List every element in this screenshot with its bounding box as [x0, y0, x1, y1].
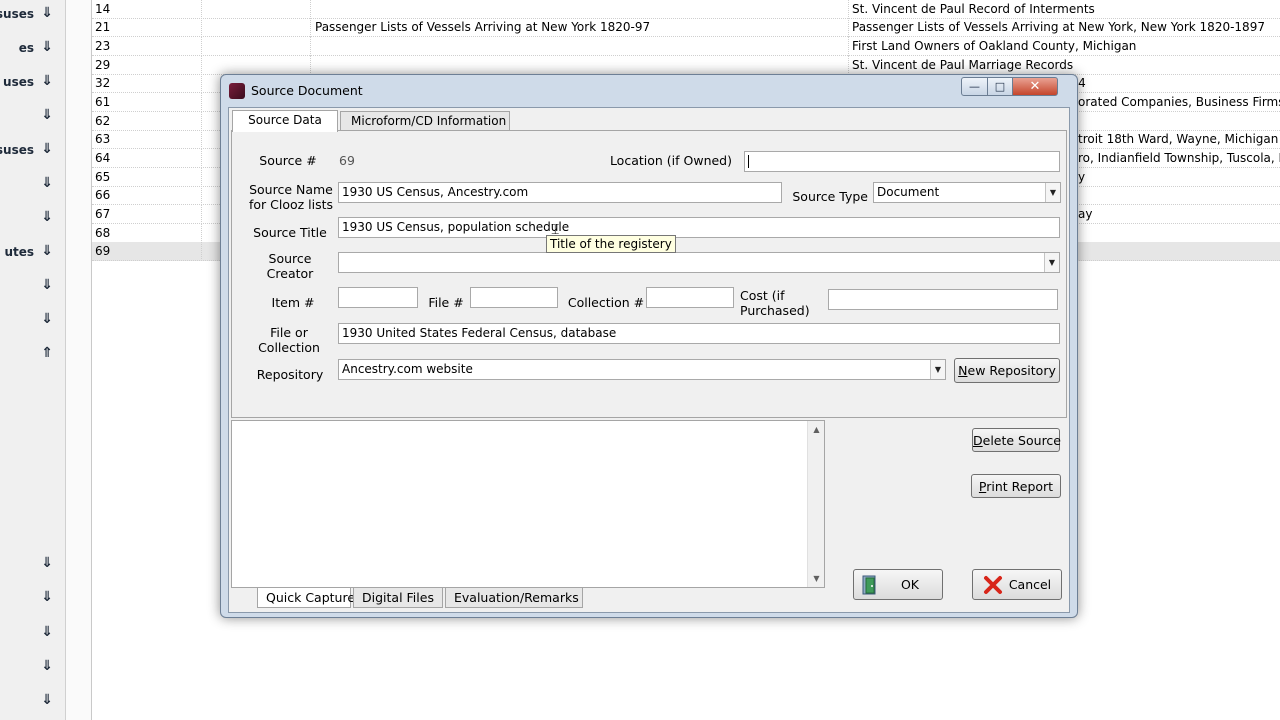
- item-number-label: Item #: [271, 295, 315, 310]
- source-type-select[interactable]: Document ▼: [873, 182, 1061, 203]
- double-chevron-down-icon[interactable]: ⇓: [40, 209, 54, 225]
- location-input[interactable]: [744, 151, 1060, 172]
- double-chevron-down-icon[interactable]: ⇓: [40, 277, 54, 293]
- sidebar-item[interactable]: ⇓: [0, 554, 66, 576]
- sidebar-item[interactable]: ⇓: [0, 588, 66, 610]
- file-or-collection-label: File or Collection: [258, 325, 320, 355]
- dropdown-arrow-icon[interactable]: ▼: [930, 360, 945, 379]
- double-chevron-down-icon[interactable]: ⇓: [40, 5, 54, 21]
- grid-row-header-gutter: [66, 0, 92, 720]
- double-chevron-down-icon[interactable]: ⇓: [40, 311, 54, 327]
- quick-capture-textarea[interactable]: ▲ ▼: [231, 420, 825, 588]
- new-repository-button[interactable]: New Repository: [954, 358, 1060, 383]
- dialog-titlebar[interactable]: Source Document — □ ✕: [221, 75, 1077, 105]
- app-icon: [229, 83, 245, 99]
- tooltip: Title of the registery: [546, 235, 676, 253]
- minimize-button[interactable]: —: [961, 77, 988, 96]
- dropdown-arrow-icon[interactable]: ▼: [1044, 253, 1059, 272]
- source-title-label: Source Title: [253, 225, 327, 240]
- repository-select[interactable]: Ancestry.com website ▼: [338, 359, 946, 380]
- tab-quick-capture[interactable]: Quick Capture: [257, 588, 355, 608]
- location-label: Location (if Owned): [609, 153, 732, 168]
- cost-input[interactable]: [828, 289, 1058, 310]
- collection-number-label: Collection #: [567, 295, 645, 310]
- sidebar-item[interactable]: nsuses⇓: [0, 140, 66, 162]
- file-number-input[interactable]: [470, 287, 558, 308]
- file-number-label: File #: [428, 295, 464, 310]
- delete-source-button[interactable]: Delete Source: [972, 428, 1061, 452]
- cost-label: Cost (if Purchased): [740, 288, 810, 318]
- source-name-label: Source Name for Clooz lists: [248, 182, 334, 212]
- source-name-input[interactable]: 1930 US Census, Ancestry.com: [338, 182, 782, 203]
- source-type-label: Source Type: [792, 189, 868, 204]
- table-row[interactable]: 14 St. Vincent de Paul Record of Intermen…: [92, 0, 1280, 19]
- scroll-up-arrow-icon[interactable]: ▲: [808, 421, 825, 438]
- maximize-button[interactable]: □: [987, 77, 1013, 96]
- collection-number-input[interactable]: [646, 287, 734, 308]
- text-cursor-icon: ⌶: [551, 222, 560, 238]
- door-icon: [862, 575, 880, 595]
- sidebar-item[interactable]: ⇓: [0, 106, 66, 128]
- dialog-client-area: Source Data Microform/CD Information Sou…: [228, 107, 1070, 613]
- table-row[interactable]: 23 First Land Owners of Oakland County, M…: [92, 37, 1280, 56]
- maximize-icon: □: [994, 80, 1006, 93]
- sidebar-item[interactable]: uses ⇓: [0, 72, 66, 94]
- sidebar-item[interactable]: ⇑: [0, 344, 66, 366]
- double-chevron-down-icon[interactable]: ⇓: [40, 555, 54, 571]
- source-number-label: Source #: [259, 153, 317, 168]
- double-chevron-up-icon[interactable]: ⇑: [40, 345, 54, 361]
- dialog-title: Source Document: [251, 83, 363, 98]
- close-button[interactable]: ✕: [1012, 77, 1058, 96]
- minimize-icon: —: [969, 80, 980, 93]
- tab-evaluation-remarks[interactable]: Evaluation/Remarks: [445, 588, 583, 608]
- file-or-collection-input[interactable]: 1930 United States Federal Census, datab…: [338, 323, 1060, 344]
- source-number-value: 69: [339, 153, 355, 168]
- print-report-button[interactable]: Print Report: [971, 474, 1061, 498]
- sidebar-item[interactable]: suses⇓: [0, 4, 66, 26]
- left-sidebar: suses⇓ es⇓ uses⇓ ⇓ nsuses⇓ ⇓ ⇓ utes⇓ ⇓ ⇓…: [0, 0, 66, 720]
- double-chevron-down-icon[interactable]: ⇓: [40, 624, 54, 640]
- double-chevron-down-icon[interactable]: ⇓: [40, 73, 54, 89]
- double-chevron-down-icon[interactable]: ⇓: [40, 243, 54, 259]
- double-chevron-down-icon[interactable]: ⇓: [40, 107, 54, 123]
- scroll-down-arrow-icon[interactable]: ▼: [808, 570, 825, 587]
- double-chevron-down-icon[interactable]: ⇓: [40, 141, 54, 157]
- vertical-scrollbar[interactable]: ▲ ▼: [807, 421, 824, 587]
- table-row[interactable]: 29 St. Vincent de Paul Marriage Records: [92, 56, 1280, 75]
- double-chevron-down-icon[interactable]: ⇓: [40, 39, 54, 55]
- repository-label: Repository: [256, 367, 324, 382]
- double-chevron-down-icon[interactable]: ⇓: [40, 658, 54, 674]
- source-data-panel: Source # 69 Location (if Owned) Source N…: [231, 130, 1067, 418]
- cancel-button[interactable]: Cancel: [972, 569, 1062, 600]
- sidebar-item[interactable]: es ⇓: [0, 38, 66, 60]
- ok-button[interactable]: OK: [853, 569, 943, 600]
- tab-microform-cd-information[interactable]: Microform/CD Information: [340, 111, 510, 131]
- sidebar-item[interactable]: utes ⇓: [0, 242, 66, 264]
- red-x-icon: [983, 575, 1003, 595]
- source-document-dialog: Source Document — □ ✕ Source Data Microf…: [220, 74, 1078, 618]
- dropdown-arrow-icon[interactable]: ▼: [1045, 183, 1060, 202]
- double-chevron-down-icon[interactable]: ⇓: [40, 692, 54, 708]
- source-creator-select[interactable]: ▼: [338, 252, 1060, 273]
- sidebar-item[interactable]: ⇓: [0, 310, 66, 332]
- sidebar-item[interactable]: ⇓: [0, 623, 66, 645]
- table-row[interactable]: 21 Passenger Lists of Vessels Arriving at…: [92, 18, 1280, 37]
- sidebar-item[interactable]: ⇓: [0, 657, 66, 679]
- text-caret: [748, 155, 749, 168]
- source-title-input[interactable]: 1930 US Census, population schedule: [338, 217, 1060, 238]
- sidebar-item[interactable]: ⇓: [0, 174, 66, 196]
- source-creator-label: Source Creator: [266, 251, 314, 281]
- sidebar-item[interactable]: ⇓: [0, 208, 66, 230]
- tab-source-data[interactable]: Source Data: [232, 110, 338, 132]
- sidebar-item[interactable]: ⇓: [0, 691, 66, 713]
- double-chevron-down-icon[interactable]: ⇓: [40, 589, 54, 605]
- double-chevron-down-icon[interactable]: ⇓: [40, 175, 54, 191]
- sidebar-item[interactable]: ⇓: [0, 276, 66, 298]
- item-number-input[interactable]: [338, 287, 418, 308]
- tab-digital-files[interactable]: Digital Files: [353, 588, 443, 608]
- close-icon: ✕: [1029, 79, 1041, 94]
